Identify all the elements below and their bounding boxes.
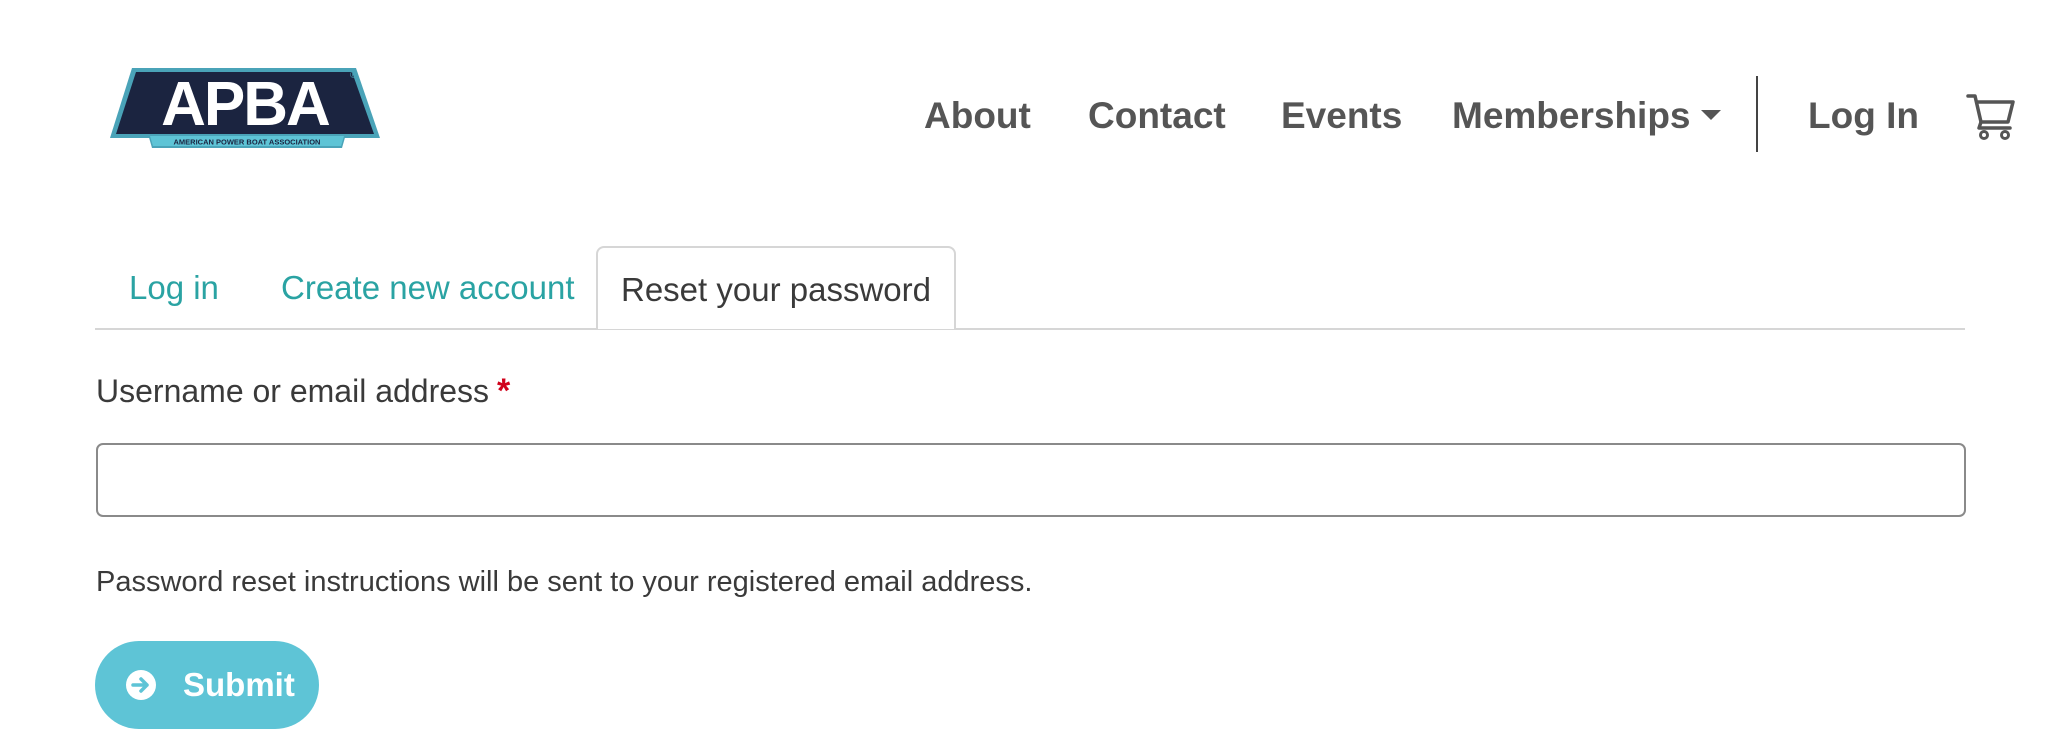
required-marker: * (497, 372, 511, 410)
username-field-label: Username or email address * (96, 372, 510, 411)
username-email-input[interactable] (96, 443, 1966, 517)
nav-divider (1756, 76, 1758, 152)
nav-events-link[interactable]: Events (1281, 86, 1402, 146)
arrow-circle-right-icon (126, 670, 156, 700)
shopping-cart-icon[interactable] (1966, 92, 2016, 140)
page: APBA AMERICAN POWER BOAT ASSOCIATION ® A… (0, 0, 2052, 754)
tab-create-account[interactable]: Create new account (281, 246, 575, 328)
nav-login-link[interactable]: Log In (1808, 86, 1919, 146)
nav-contact-link[interactable]: Contact (1088, 86, 1226, 146)
help-text: Password reset instructions will be sent… (96, 566, 1033, 598)
account-tabs: Log in Create new account Reset your pas… (95, 246, 1965, 330)
cart-graphic (1966, 94, 2015, 140)
username-label-text: Username or email address (96, 373, 490, 409)
submit-label: Submit (183, 666, 295, 703)
registered-mark: ® (350, 70, 358, 81)
nav-memberships-dropdown[interactable]: Memberships (1452, 86, 1721, 146)
caret-down-icon (1700, 110, 1721, 121)
nav-memberships-label: Memberships (1452, 95, 1691, 136)
tab-reset-password[interactable]: Reset your password (596, 246, 956, 329)
nav-about-link[interactable]: About (924, 86, 1031, 146)
tab-log-in[interactable]: Log in (129, 246, 219, 328)
main-nav: About Contact Events Memberships Log In (0, 86, 2052, 146)
submit-button[interactable]: Submit (95, 641, 319, 729)
